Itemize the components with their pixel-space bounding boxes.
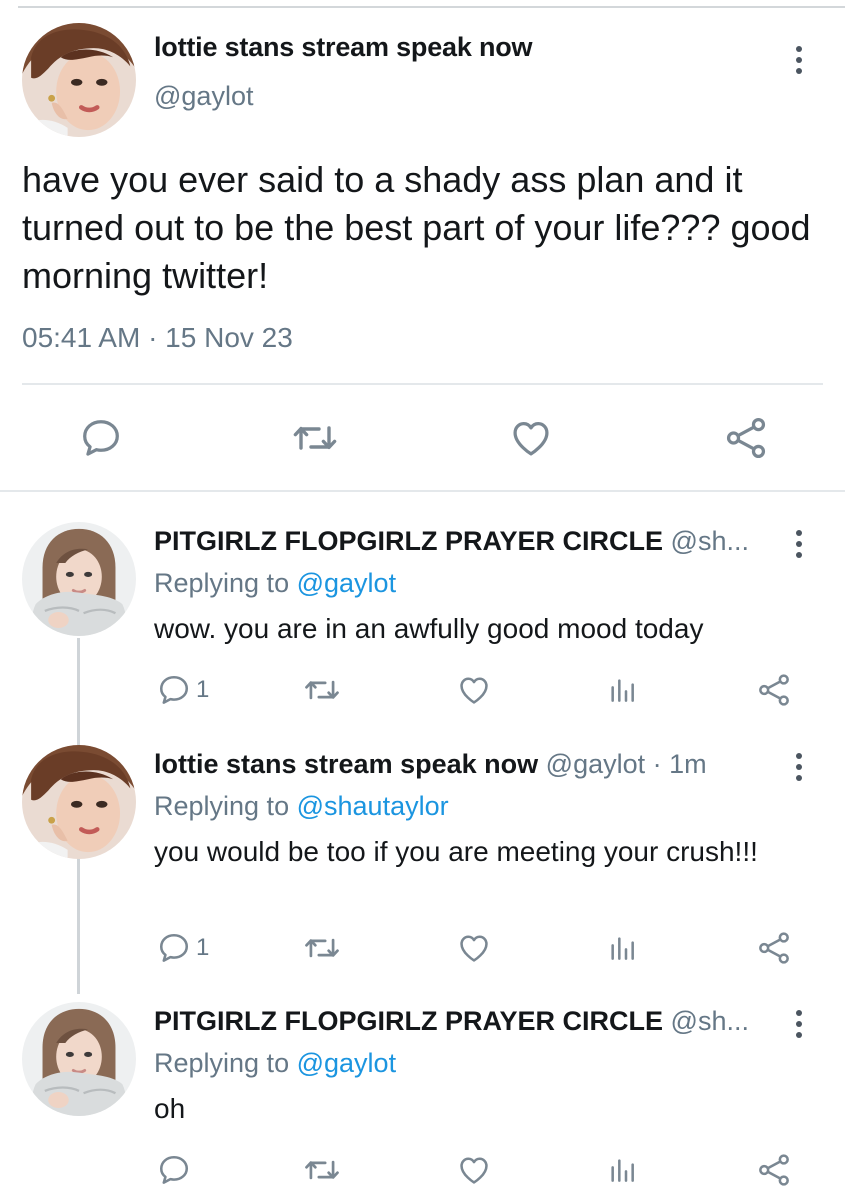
more-options-icon[interactable]: [789, 747, 809, 787]
username-handle[interactable]: @sh...: [671, 1006, 749, 1036]
display-name[interactable]: lottie stans stream speak now: [154, 749, 538, 779]
reply-icon[interactable]: 1: [156, 928, 209, 968]
display-name[interactable]: PITGIRLZ FLOPGIRLZ PRAYER CIRCLE: [154, 1006, 663, 1036]
like-icon[interactable]: [456, 670, 492, 710]
avatar[interactable]: [22, 23, 136, 137]
username-handle[interactable]: @gaylot: [154, 81, 253, 112]
retweet-icon[interactable]: [303, 670, 341, 710]
replying-to: Replying to @gaylot: [154, 568, 396, 599]
tweet-actions: [0, 410, 845, 466]
share-icon[interactable]: [756, 928, 792, 968]
reply-text: wow. you are in an awfully good mood tod…: [154, 613, 704, 644]
reply-header: PITGIRLZ FLOPGIRLZ PRAYER CIRCLE @sh...: [154, 526, 784, 557]
more-options-icon[interactable]: [789, 40, 809, 80]
main-tweet: lottie stans stream speak now @gaylot ha…: [0, 0, 845, 492]
replying-to-handle[interactable]: @gaylot: [297, 1048, 396, 1078]
more-options-icon[interactable]: [789, 524, 809, 564]
replying-to-label: Replying to: [154, 568, 290, 598]
avatar[interactable]: [22, 522, 136, 636]
more-options-icon[interactable]: [789, 1004, 809, 1044]
retweet-icon[interactable]: [291, 410, 339, 466]
tweet-timestamp[interactable]: 05:41 AM · 15 Nov 23: [22, 322, 293, 354]
reply-header: lottie stans stream speak now @gaylot · …: [154, 749, 784, 780]
share-icon[interactable]: [756, 1150, 792, 1190]
analytics-icon[interactable]: [606, 670, 638, 710]
username-handle[interactable]: @gaylot · 1m: [546, 749, 707, 779]
replying-to: Replying to @shautaylor: [154, 791, 449, 822]
retweet-icon[interactable]: [303, 1150, 341, 1190]
like-icon[interactable]: [507, 410, 555, 466]
replying-to-handle[interactable]: @shautaylor: [297, 791, 449, 821]
reply-icon[interactable]: [156, 1150, 196, 1190]
reply-actions: [0, 1150, 845, 1190]
divider: [22, 383, 823, 385]
analytics-icon[interactable]: [606, 928, 638, 968]
display-name[interactable]: PITGIRLZ FLOPGIRLZ PRAYER CIRCLE: [154, 526, 663, 556]
avatar[interactable]: [22, 745, 136, 859]
replying-to: Replying to @gaylot: [154, 1048, 396, 1079]
replying-to-label: Replying to: [154, 791, 290, 821]
reply-actions: 1: [0, 670, 845, 710]
avatar[interactable]: [22, 1002, 136, 1116]
reply-count: 1: [196, 676, 210, 703]
reply-count: 1: [196, 934, 210, 961]
username-handle[interactable]: @sh...: [671, 526, 749, 556]
analytics-icon[interactable]: [606, 1150, 638, 1190]
display-name[interactable]: lottie stans stream speak now: [154, 32, 533, 63]
share-icon[interactable]: [722, 410, 770, 466]
replying-to-handle[interactable]: @gaylot: [297, 568, 396, 598]
section-divider: [0, 490, 845, 492]
like-icon[interactable]: [456, 928, 492, 968]
retweet-icon[interactable]: [303, 928, 341, 968]
reply-text: oh: [154, 1093, 186, 1124]
like-icon[interactable]: [456, 1150, 492, 1190]
reply-header: PITGIRLZ FLOPGIRLZ PRAYER CIRCLE @sh...: [154, 1006, 784, 1037]
reply-icon[interactable]: 1: [156, 670, 209, 710]
reply-text: you would be too if you are meeting your…: [154, 836, 758, 867]
reply-icon[interactable]: [77, 410, 125, 466]
share-icon[interactable]: [756, 670, 792, 710]
replying-to-label: Replying to: [154, 1048, 290, 1078]
tweet-text: have you ever said to a shady ass plan a…: [22, 159, 811, 296]
reply-actions: 1: [0, 928, 845, 968]
